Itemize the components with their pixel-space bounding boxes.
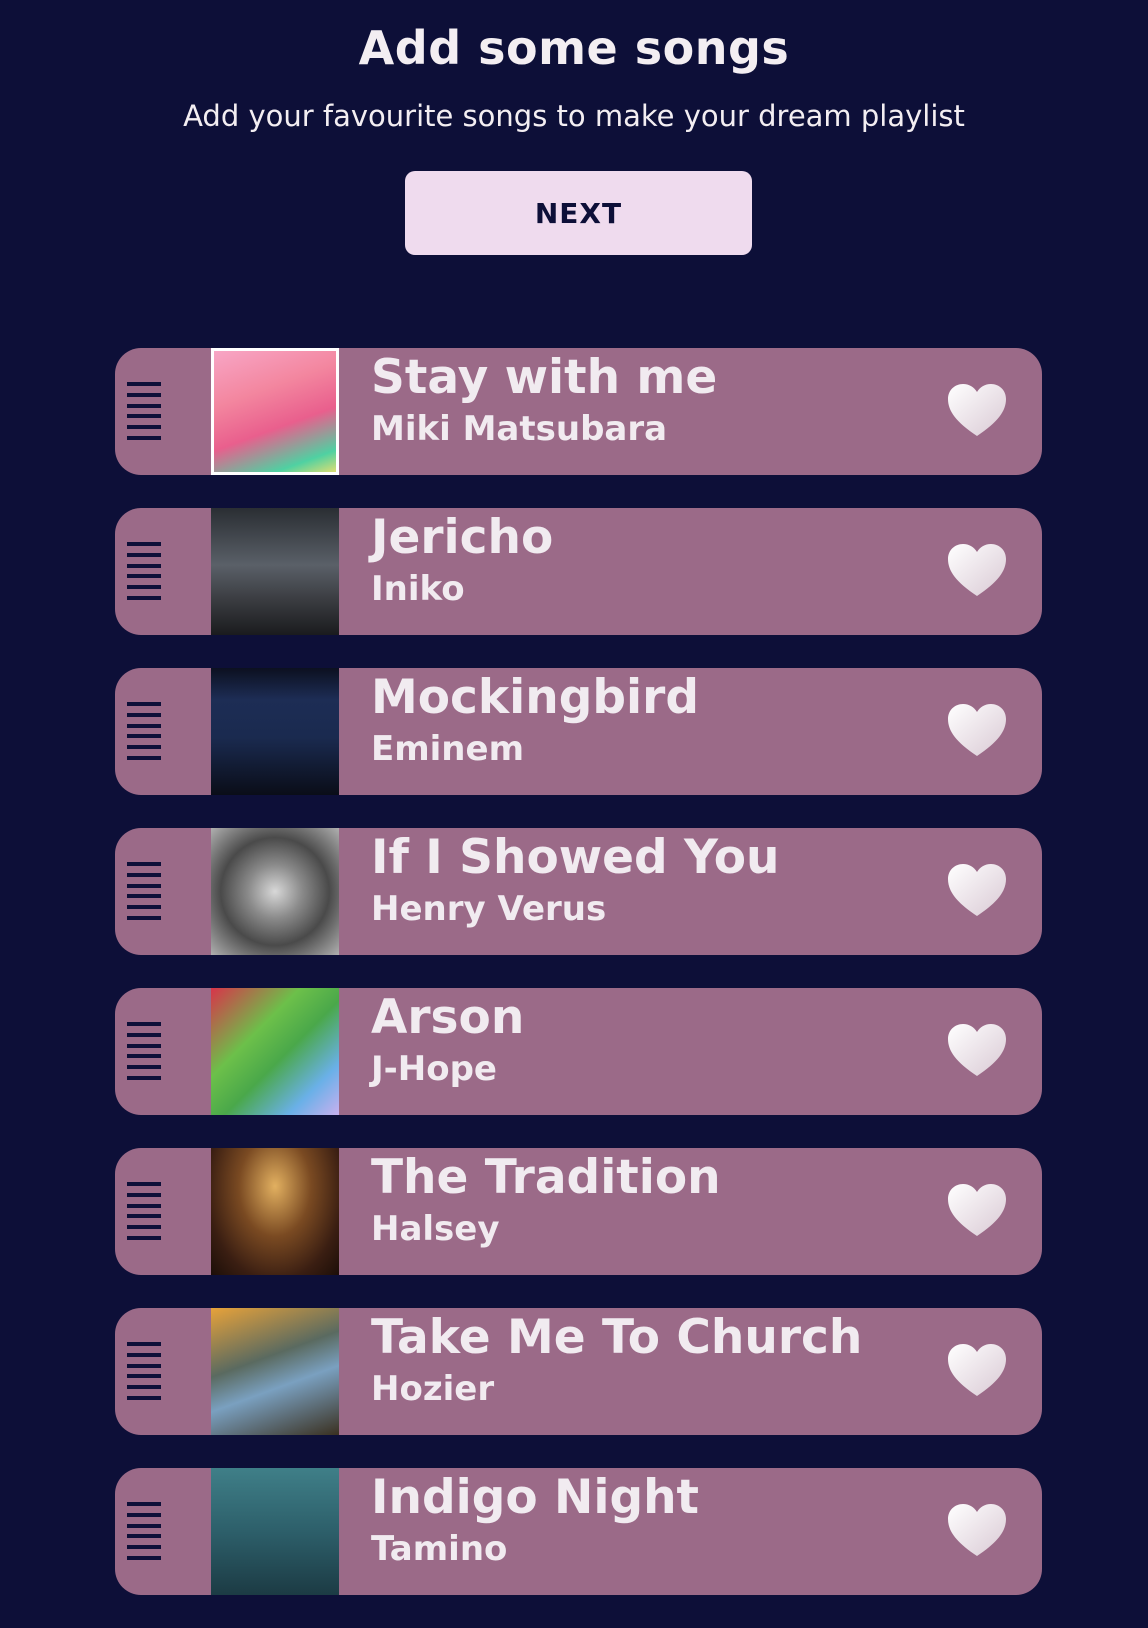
song-row[interactable]: If I Showed You Henry Verus [115,828,1042,955]
song-row[interactable]: The Tradition Halsey [115,1148,1042,1275]
page-header: Add some songs Add your favourite songs … [0,0,1148,136]
drag-handle-icon[interactable] [127,1342,161,1400]
song-title: The Tradition [371,1150,721,1205]
song-info: If I Showed You Henry Verus [371,830,780,930]
song-list: Stay with me Miki Matsubara Jericho Inik… [115,348,1042,1628]
song-artist: Henry Verus [371,889,607,929]
heart-icon[interactable] [948,864,1006,918]
heart-icon[interactable] [948,544,1006,598]
song-title: Take Me To Church [371,1310,863,1365]
album-cover [211,828,339,955]
drag-handle-icon[interactable] [127,382,161,440]
song-artist: Tamino [371,1529,508,1569]
song-info: Take Me To Church Hozier [371,1310,862,1410]
song-info: Arson J-Hope [371,990,524,1090]
song-artist: J-Hope [371,1049,497,1089]
song-title: Mockingbird [371,670,699,725]
drag-handle-icon[interactable] [127,1022,161,1080]
song-row[interactable]: Indigo Night Tamino [115,1468,1042,1595]
song-title: Jericho [371,510,554,565]
heart-icon[interactable] [948,1504,1006,1558]
album-cover [211,1308,339,1435]
album-cover [211,348,339,475]
album-cover [211,508,339,635]
song-title: Stay with me [371,350,718,405]
drag-handle-icon[interactable] [127,862,161,920]
song-row[interactable]: Jericho Iniko [115,508,1042,635]
drag-handle-icon[interactable] [127,542,161,600]
album-cover [211,1468,339,1595]
song-info: Stay with me Miki Matsubara [371,350,717,450]
album-cover [211,988,339,1115]
page-subtitle: Add your favourite songs to make your dr… [183,99,965,133]
song-title: Arson [371,990,525,1045]
next-button[interactable]: NEXT [405,171,752,255]
song-row[interactable]: Arson J-Hope [115,988,1042,1115]
drag-handle-icon[interactable] [127,1502,161,1560]
song-row[interactable]: Stay with me Miki Matsubara [115,348,1042,475]
song-title: If I Showed You [371,830,780,885]
heart-icon[interactable] [948,1184,1006,1238]
song-row[interactable]: Take Me To Church Hozier [115,1308,1042,1435]
song-info: Mockingbird Eminem [371,670,699,770]
song-info: The Tradition Halsey [371,1150,721,1250]
album-cover [211,1148,339,1275]
song-artist: Miki Matsubara [371,409,668,449]
song-artist: Iniko [371,569,465,609]
song-info: Jericho Iniko [371,510,553,610]
heart-icon[interactable] [948,384,1006,438]
song-artist: Eminem [371,729,524,769]
song-title: Indigo Night [371,1470,700,1525]
heart-icon[interactable] [948,704,1006,758]
drag-handle-icon[interactable] [127,1182,161,1240]
album-cover [211,668,339,795]
song-info: Indigo Night Tamino [371,1470,699,1570]
page-title: Add some songs [358,21,790,75]
drag-handle-icon[interactable] [127,702,161,760]
song-artist: Hozier [371,1369,495,1409]
song-artist: Halsey [371,1209,500,1249]
heart-icon[interactable] [948,1344,1006,1398]
song-row[interactable]: Mockingbird Eminem [115,668,1042,795]
heart-icon[interactable] [948,1024,1006,1078]
